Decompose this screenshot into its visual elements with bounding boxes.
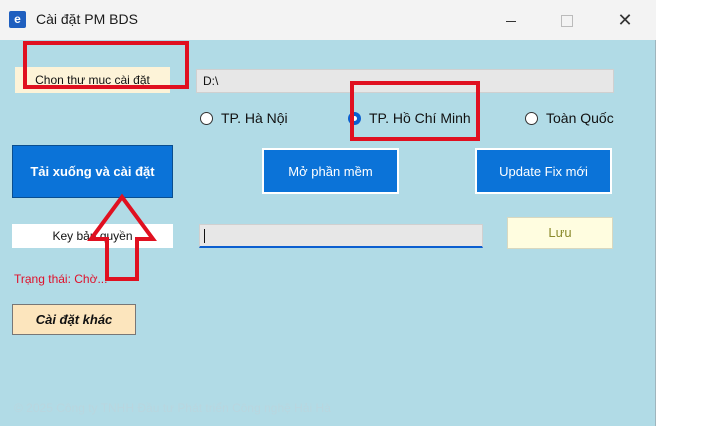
footer-copyright: © 2025 Công ty TNHH Đầu tư Phát triển Cô… [14, 401, 331, 415]
app-logo-icon: e [9, 11, 26, 28]
close-button[interactable]: ✕ [602, 0, 648, 40]
license-key-input[interactable] [199, 224, 483, 248]
radio-label-hanoi: TP. Hà Nội [221, 110, 288, 126]
maximize-button[interactable] [544, 0, 590, 40]
radio-unchecked-icon [200, 111, 213, 125]
other-settings-button[interactable]: Cài đặt khác [12, 304, 136, 335]
text-caret [204, 229, 205, 243]
radio-unchecked-icon [525, 111, 538, 125]
minimize-icon [506, 20, 516, 22]
close-icon: ✕ [617, 10, 633, 30]
open-software-button[interactable]: Mở phần mềm [262, 148, 399, 194]
radio-label-nationwide: Toàn Quốc [546, 110, 614, 126]
annotation-arrow-icon [87, 193, 157, 281]
radio-nationwide[interactable]: Toàn Quốc [525, 108, 614, 128]
annotation-box-folder [23, 41, 189, 89]
annotation-box-hcm [350, 81, 480, 141]
save-button[interactable]: Lưu [507, 217, 613, 249]
title-bar[interactable]: e Cài đặt PM BDS ✕ [0, 0, 656, 40]
radio-hanoi[interactable]: TP. Hà Nội [200, 108, 288, 128]
download-install-button[interactable]: Tải xuống và cài đặt [12, 145, 173, 198]
minimize-button[interactable] [488, 0, 534, 40]
window-title: Cài đặt PM BDS [36, 11, 138, 27]
update-fix-button[interactable]: Update Fix mới [475, 148, 612, 194]
maximize-icon [561, 15, 573, 28]
